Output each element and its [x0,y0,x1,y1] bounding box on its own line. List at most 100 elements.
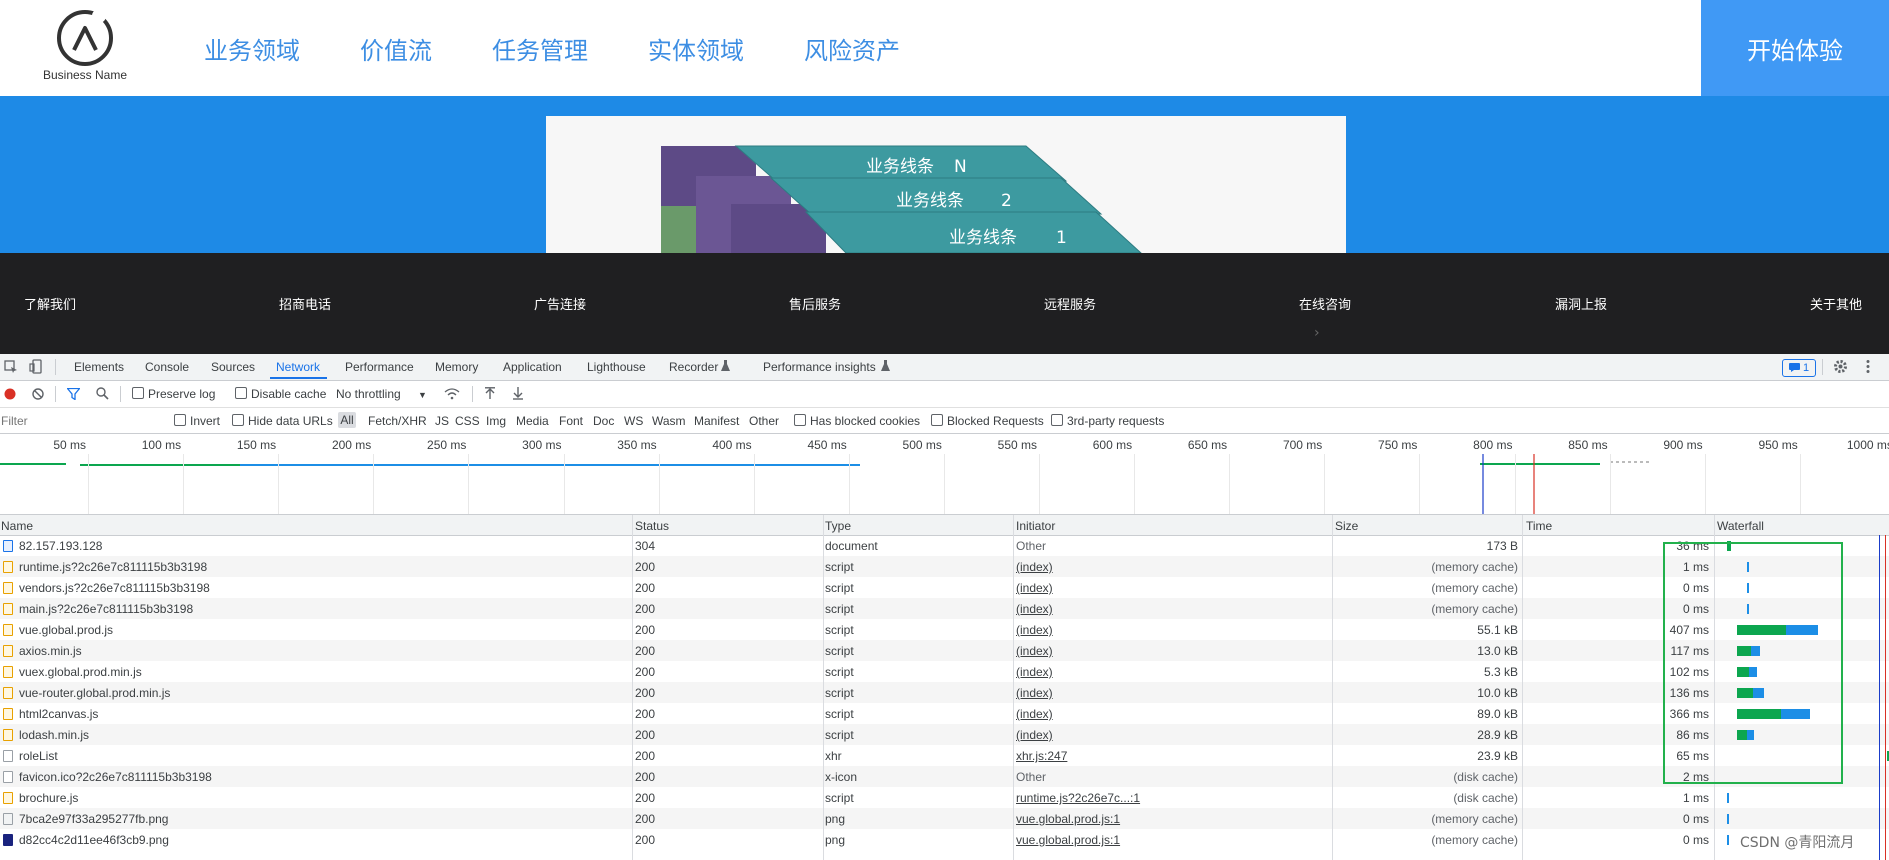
inspect-element-icon[interactable] [4,360,18,377]
nav-item-business-domain[interactable]: 业务领域 [204,31,300,66]
filter-type-manifest[interactable]: Manifest [694,414,739,428]
clear-icon[interactable] [32,388,44,403]
blocked-requests-checkbox[interactable]: Blocked Requests [931,414,1044,428]
request-initiator[interactable]: runtime.js?2c26e7c...:1 [1016,791,1140,805]
table-row[interactable]: roleList 200 xhr xhr.js:247 23.9 kB 65 ms [0,745,1889,766]
request-name[interactable]: main.js?2c26e7c811115b3b3198 [19,602,193,616]
search-icon[interactable] [96,387,109,403]
request-name[interactable]: lodash.min.js [19,728,89,742]
import-har-icon[interactable] [484,387,496,403]
column-header-name[interactable]: Name [1,519,33,533]
export-har-icon[interactable] [512,387,524,403]
tab-sources[interactable]: Sources [211,360,255,374]
table-row[interactable]: d82cc4c2d11ee46f3cb9.png 200 png vue.global… [0,829,1889,850]
checkbox[interactable] [232,414,244,426]
footer-link-about-other[interactable]: 关于其他 [1810,294,1862,313]
request-name[interactable]: axios.min.js [19,644,82,658]
network-overview-timeline[interactable]: 50 ms 100 ms 150 ms 200 ms 250 ms 300 ms 350 m… [0,434,1889,515]
request-name[interactable]: brochure.js [19,791,78,805]
filter-type-js[interactable]: JS [435,414,449,428]
nav-item-risk-assets[interactable]: 风险资产 [804,31,900,66]
checkbox[interactable] [931,414,943,426]
column-divider[interactable] [823,515,824,860]
table-row[interactable]: runtime.js?2c26e7c811115b3b3198 200 script… [0,556,1889,577]
checkbox[interactable] [174,414,186,426]
tab-performance[interactable]: Performance [345,360,414,374]
nav-item-value-stream[interactable]: 价值流 [360,31,432,66]
column-header-size[interactable]: Size [1335,519,1358,533]
footer-link-remote-service[interactable]: 远程服务 [1044,294,1096,313]
third-party-requests-checkbox[interactable]: 3rd-party requests [1051,414,1164,428]
table-row[interactable]: vue-router.global.prod.min.js 200 script (i… [0,682,1889,703]
column-divider[interactable] [1013,515,1014,860]
filter-type-wasm[interactable]: Wasm [652,414,686,428]
table-row[interactable]: favicon.ico?2c26e7c811115b3b3198 200 x-ico… [0,766,1889,787]
filter-icon[interactable] [66,387,81,403]
filter-type-doc[interactable]: Doc [593,414,614,428]
table-row[interactable]: 7bca2e97f33a295277fb.png 200 png vue.global… [0,808,1889,829]
request-initiator[interactable]: vue.global.prod.js:1 [1016,833,1120,847]
table-row[interactable]: vendors.js?2c26e7c811115b3b3198 200 script… [0,577,1889,598]
table-row[interactable]: vuex.global.prod.min.js 200 script (index) 5… [0,661,1889,682]
request-name[interactable]: favicon.ico?2c26e7c811115b3b3198 [19,770,212,784]
column-divider[interactable] [632,515,633,860]
filter-type-font[interactable]: Font [559,414,583,428]
request-name[interactable]: html2canvas.js [19,707,98,721]
tab-recorder[interactable]: Recorder [669,360,718,374]
request-initiator[interactable]: (index) [1016,707,1053,721]
column-header-type[interactable]: Type [825,519,851,533]
column-divider[interactable] [1522,515,1523,860]
record-icon[interactable] [4,388,16,403]
column-divider[interactable] [1332,515,1333,860]
tab-elements[interactable]: Elements [74,360,124,374]
request-name[interactable]: runtime.js?2c26e7c811115b3b3198 [19,560,207,574]
footer-link-ads[interactable]: 广告连接 [534,294,586,313]
request-initiator[interactable]: xhr.js:247 [1016,749,1067,763]
logo[interactable]: Business Name [40,8,130,90]
table-row[interactable]: lodash.min.js 200 script (index) 28.9 kB 86 m… [0,724,1889,745]
nav-item-task-management[interactable]: 任务管理 [492,31,588,66]
checkbox[interactable] [1051,414,1063,426]
invert-checkbox[interactable]: Invert [174,414,220,428]
has-blocked-cookies-checkbox[interactable]: Has blocked cookies [794,414,920,428]
filter-type-all[interactable]: All [338,412,356,428]
request-initiator[interactable]: vue.global.prod.js:1 [1016,812,1120,826]
filter-type-img[interactable]: Img [486,414,506,428]
footer-link-about[interactable]: 了解我们 [24,294,76,313]
network-conditions-icon[interactable] [444,387,460,403]
more-options-icon[interactable] [1866,359,1870,377]
request-initiator[interactable]: (index) [1016,602,1053,616]
footer-link-investment-phone[interactable]: 招商电话 [279,294,331,313]
request-initiator[interactable]: (index) [1016,686,1053,700]
footer-link-online-consult[interactable]: 在线咨询 [1299,294,1351,313]
request-initiator[interactable]: (index) [1016,644,1053,658]
tab-console[interactable]: Console [145,360,189,374]
settings-gear-icon[interactable] [1833,359,1848,377]
request-name[interactable]: vue-router.global.prod.min.js [19,686,170,700]
hide-data-urls-checkbox[interactable]: Hide data URLs [232,414,333,428]
table-row[interactable]: 82.157.193.128 304 document Other 173 B 36 ms [0,535,1889,556]
tab-network[interactable]: Network [276,360,320,374]
column-header-status[interactable]: Status [635,519,669,533]
request-name[interactable]: vue.global.prod.js [19,623,113,637]
checkbox[interactable] [235,387,247,399]
request-initiator[interactable]: (index) [1016,665,1053,679]
request-name[interactable]: vendors.js?2c26e7c811115b3b3198 [19,581,210,595]
filter-type-ws[interactable]: WS [624,414,643,428]
request-initiator[interactable]: (index) [1016,728,1053,742]
nav-item-entity-domain[interactable]: 实体领域 [648,31,744,66]
tab-application[interactable]: Application [503,360,562,374]
request-initiator[interactable]: (index) [1016,560,1053,574]
filter-type-other[interactable]: Other [749,414,779,428]
table-row[interactable]: main.js?2c26e7c811115b3b3198 200 script (in… [0,598,1889,619]
request-name[interactable]: roleList [19,749,58,763]
start-experience-button[interactable]: 开始体验 [1701,0,1889,96]
request-initiator[interactable]: (index) [1016,623,1053,637]
column-header-initiator[interactable]: Initiator [1016,519,1055,533]
request-name[interactable]: 82.157.193.128 [19,539,102,553]
issues-badge[interactable]: 1 [1782,359,1816,377]
footer-link-vulnerability-report[interactable]: 漏洞上报 [1555,294,1607,313]
column-header-time[interactable]: Time [1526,519,1552,533]
filter-type-media[interactable]: Media [516,414,549,428]
preserve-log-checkbox[interactable]: Preserve log [132,387,215,401]
